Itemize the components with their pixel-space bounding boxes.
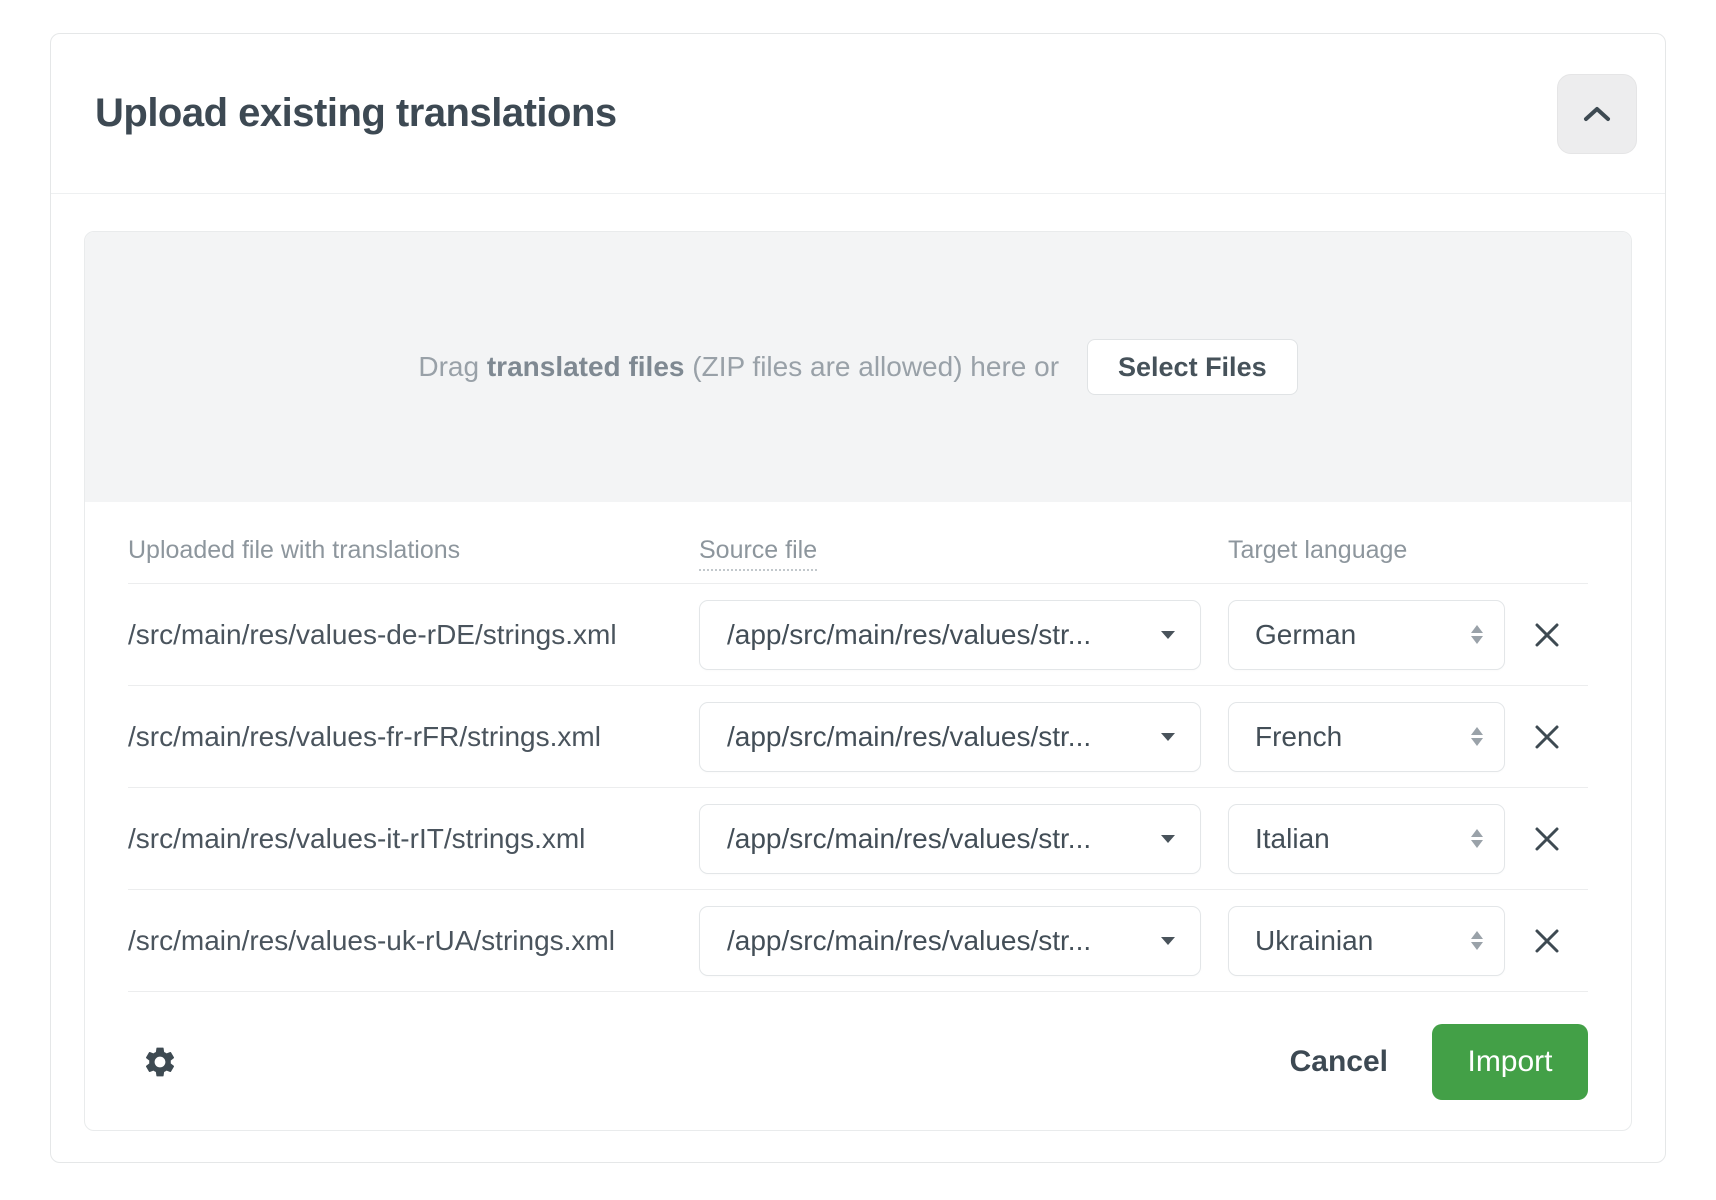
- dropzone-text-bold: translated files: [487, 351, 685, 382]
- close-icon: [1532, 824, 1562, 854]
- header-source-file: Source file: [699, 536, 1201, 565]
- close-icon: [1532, 722, 1562, 752]
- import-settings-button[interactable]: [142, 1044, 178, 1080]
- target-language-value: Ukrainian: [1255, 925, 1373, 957]
- dropzone-text-suffix: (ZIP files are allowed) here or: [684, 351, 1059, 382]
- table-header-row: Uploaded file with translations Source f…: [128, 502, 1588, 584]
- page-title: Upload existing translations: [95, 91, 617, 136]
- source-file-value: /app/src/main/res/values/str...: [727, 721, 1091, 753]
- target-language-select[interactable]: Italian: [1228, 804, 1505, 874]
- cancel-button[interactable]: Cancel: [1290, 1045, 1388, 1079]
- up-down-arrows-icon: [1470, 829, 1484, 848]
- dropzone-text-prefix: Drag: [418, 351, 486, 382]
- card-body: Drag translated files (ZIP files are all…: [51, 194, 1665, 1131]
- page: Upload existing translations Drag transl…: [0, 0, 1716, 1200]
- up-down-arrows-icon: [1470, 931, 1484, 950]
- close-icon: [1532, 620, 1562, 650]
- files-table: Uploaded file with translations Source f…: [85, 502, 1631, 1131]
- row-actions: [1505, 818, 1588, 860]
- header-source-file-label[interactable]: Source file: [699, 536, 817, 571]
- header-uploaded-file: Uploaded file with translations: [128, 536, 699, 565]
- source-file-select[interactable]: /app/src/main/res/values/str...: [699, 906, 1201, 976]
- caret-down-icon: [1160, 834, 1176, 844]
- dropzone-text: Drag translated files (ZIP files are all…: [418, 351, 1059, 383]
- source-file-select[interactable]: /app/src/main/res/values/str...: [699, 600, 1201, 670]
- uploaded-file-path: /src/main/res/values-uk-rUA/strings.xml: [128, 925, 699, 957]
- target-language-select[interactable]: German: [1228, 600, 1505, 670]
- target-language-select[interactable]: Ukrainian: [1228, 906, 1505, 976]
- panel-footer: Cancel Import: [128, 992, 1588, 1131]
- remove-row-button[interactable]: [1526, 716, 1568, 758]
- source-file-select[interactable]: /app/src/main/res/values/str...: [699, 702, 1201, 772]
- upload-translations-card: Upload existing translations Drag transl…: [50, 33, 1666, 1163]
- uploaded-file-path: /src/main/res/values-fr-rFR/strings.xml: [128, 721, 699, 753]
- row-actions: [1505, 614, 1588, 656]
- remove-row-button[interactable]: [1526, 818, 1568, 860]
- header-target-language: Target language: [1228, 536, 1505, 565]
- table-row: /src/main/res/values-it-rIT/strings.xml …: [128, 788, 1588, 890]
- caret-down-icon: [1160, 936, 1176, 946]
- collapse-button[interactable]: [1557, 74, 1637, 154]
- target-language-value: German: [1255, 619, 1356, 651]
- import-button[interactable]: Import: [1432, 1024, 1588, 1100]
- source-file-value: /app/src/main/res/values/str...: [727, 925, 1091, 957]
- target-language-value: Italian: [1255, 823, 1330, 855]
- file-dropzone[interactable]: Drag translated files (ZIP files are all…: [85, 232, 1631, 502]
- target-language-select[interactable]: French: [1228, 702, 1505, 772]
- source-file-value: /app/src/main/res/values/str...: [727, 823, 1091, 855]
- close-icon: [1532, 926, 1562, 956]
- select-files-button[interactable]: Select Files: [1087, 339, 1298, 395]
- row-actions: [1505, 920, 1588, 962]
- target-language-value: French: [1255, 721, 1342, 753]
- import-panel: Drag translated files (ZIP files are all…: [84, 231, 1632, 1131]
- remove-row-button[interactable]: [1526, 920, 1568, 962]
- source-file-select[interactable]: /app/src/main/res/values/str...: [699, 804, 1201, 874]
- row-actions: [1505, 716, 1588, 758]
- up-down-arrows-icon: [1470, 727, 1484, 746]
- caret-down-icon: [1160, 630, 1176, 640]
- remove-row-button[interactable]: [1526, 614, 1568, 656]
- table-row: /src/main/res/values-fr-rFR/strings.xml …: [128, 686, 1588, 788]
- gear-icon: [142, 1044, 178, 1080]
- chevron-up-icon: [1582, 105, 1612, 123]
- card-header: Upload existing translations: [51, 34, 1665, 194]
- table-row: /src/main/res/values-de-rDE/strings.xml …: [128, 584, 1588, 686]
- uploaded-file-path: /src/main/res/values-de-rDE/strings.xml: [128, 619, 699, 651]
- table-row: /src/main/res/values-uk-rUA/strings.xml …: [128, 890, 1588, 992]
- caret-down-icon: [1160, 732, 1176, 742]
- uploaded-file-path: /src/main/res/values-it-rIT/strings.xml: [128, 823, 699, 855]
- source-file-value: /app/src/main/res/values/str...: [727, 619, 1091, 651]
- up-down-arrows-icon: [1470, 625, 1484, 644]
